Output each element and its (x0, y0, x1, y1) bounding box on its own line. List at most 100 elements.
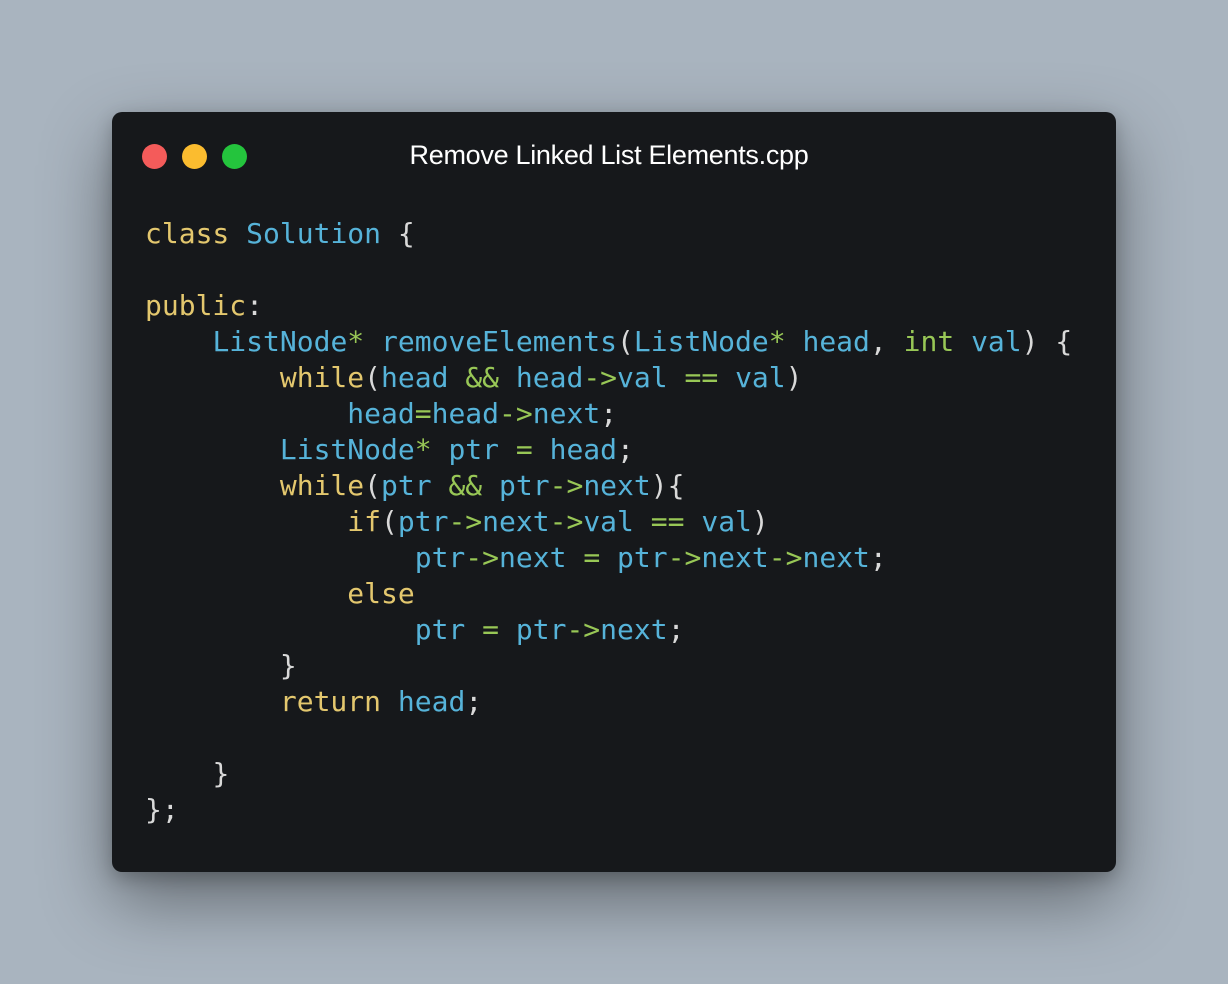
code-line: while(ptr && ptr->next){ (145, 468, 1072, 504)
code-punctuation (499, 361, 516, 394)
code-identifier: head (515, 361, 584, 394)
code-keyword: public (145, 289, 247, 322)
code-punctuation: ( (381, 505, 398, 538)
code-line: } (145, 756, 1072, 792)
code-punctuation: { (381, 217, 415, 250)
code-identifier: ptr (381, 469, 432, 502)
code-punctuation: , (869, 325, 904, 358)
code-punctuation (145, 397, 347, 430)
code-punctuation (145, 505, 347, 538)
code-operator: * (414, 433, 432, 466)
code-line: } (145, 648, 1072, 684)
code-operator: -> (499, 397, 533, 430)
code-identifier: ptr (414, 541, 466, 574)
code-identifier: next (532, 397, 601, 430)
code-identifier: val (701, 505, 752, 538)
code-identifier: ptr (499, 469, 550, 502)
code-identifier: head (397, 685, 466, 718)
code-identifier: val (617, 361, 668, 394)
code-identifier: head (802, 325, 870, 358)
code-identifier: next (499, 541, 567, 574)
code-identifier: head (549, 433, 618, 466)
code-identifier: next (701, 541, 769, 574)
code-punctuation (684, 505, 701, 538)
code-punctuation (718, 361, 735, 394)
code-punctuation (145, 361, 280, 394)
code-operator: == (684, 361, 719, 394)
code-punctuation (145, 613, 415, 646)
code-punctuation (364, 325, 381, 358)
code-punctuation: ) (785, 361, 803, 394)
code-line: ListNode* removeElements(ListNode* head,… (145, 324, 1072, 360)
code-punctuation (668, 361, 685, 394)
code-identifier: next (583, 469, 651, 502)
code-line: ListNode* ptr = head; (145, 432, 1072, 468)
code-line: while(head && head->val == val) (145, 360, 1072, 396)
code-punctuation (600, 541, 617, 574)
code-punctuation (145, 757, 212, 790)
code-operator: -> (448, 505, 483, 538)
code-identifier: val (971, 325, 1022, 358)
code-operator: -> (549, 469, 584, 502)
code-punctuation: ; (667, 613, 685, 646)
code-punctuation (432, 433, 449, 466)
code-punctuation: ; (465, 685, 483, 718)
code-identifier: val (583, 505, 634, 538)
code-keyword: while (279, 469, 365, 502)
code-operator: -> (549, 505, 584, 538)
code-operator: -> (465, 541, 500, 574)
code-line: return head; (145, 684, 1072, 720)
code-operator: -> (667, 541, 702, 574)
code-operator: -> (566, 613, 601, 646)
code-line: else (145, 576, 1072, 612)
code-punctuation: ( (617, 325, 634, 358)
code-punctuation: ; (600, 397, 618, 430)
code-identifier: ListNode (633, 325, 769, 358)
code-punctuation (145, 469, 280, 502)
code-operator: = (414, 397, 432, 430)
code-punctuation: } (212, 757, 230, 790)
code-punctuation (432, 469, 449, 502)
code-punctuation (634, 505, 651, 538)
code-punctuation: ) { (1021, 325, 1073, 358)
code-identifier: next (482, 505, 550, 538)
code-punctuation (499, 613, 516, 646)
code-punctuation (954, 325, 971, 358)
code-keyword: if (347, 505, 382, 538)
code-identifier: Solution (246, 217, 382, 250)
code-operator: = (583, 541, 601, 574)
code-window: Remove Linked List Elements.cpp class So… (112, 112, 1116, 872)
code-punctuation (482, 469, 499, 502)
code-operator: * (768, 325, 786, 358)
code-identifier: ptr (448, 433, 500, 466)
code-keyword: return (279, 685, 382, 718)
code-block: class Solution { public: ListNode* remove… (145, 216, 1072, 828)
code-punctuation (499, 433, 516, 466)
code-punctuation: ; (869, 541, 887, 574)
code-punctuation (465, 613, 482, 646)
code-punctuation (145, 577, 347, 610)
code-identifier: next (802, 541, 870, 574)
code-operator: && (448, 469, 483, 502)
code-keyword: class (145, 217, 230, 250)
code-keyword: else (347, 577, 415, 610)
code-identifier: ListNode (212, 325, 348, 358)
code-punctuation (448, 361, 465, 394)
code-line: head=head->next; (145, 396, 1072, 432)
code-identifier: next (600, 613, 668, 646)
code-punctuation (533, 433, 550, 466)
code-line: if(ptr->next->val == val) (145, 504, 1072, 540)
code-operator: -> (768, 541, 803, 574)
code-punctuation: ){ (650, 469, 685, 502)
code-identifier: ListNode (279, 433, 415, 466)
code-line: ptr->next = ptr->next->next; (145, 540, 1072, 576)
code-punctuation (381, 685, 398, 718)
code-identifier: head (381, 361, 449, 394)
code-line: ptr = ptr->next; (145, 612, 1072, 648)
code-line: public: (145, 288, 1072, 324)
code-line: }; (145, 792, 1072, 828)
code-identifier: head (347, 397, 415, 430)
code-punctuation: ) (751, 505, 769, 538)
code-punctuation (566, 541, 583, 574)
